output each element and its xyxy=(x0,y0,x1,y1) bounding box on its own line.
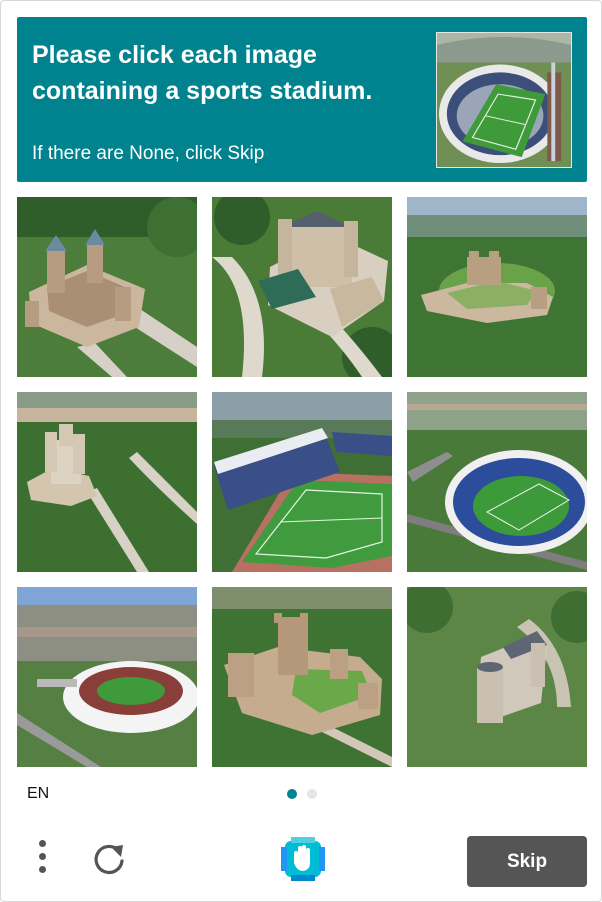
page-dot-inactive xyxy=(307,789,317,799)
grid-tile[interactable] xyxy=(407,392,587,572)
grid-tile[interactable] xyxy=(17,197,197,377)
prompt-title: Please click each image containing a spo… xyxy=(32,41,373,105)
more-vertical-icon[interactable] xyxy=(29,837,57,877)
hcaptcha-logo-icon xyxy=(277,833,329,885)
prompt-subtitle: If there are None, click Skip xyxy=(32,143,265,164)
castle-image xyxy=(17,392,197,572)
grid-tile[interactable] xyxy=(17,392,197,572)
stadium-image xyxy=(407,392,587,572)
refresh-icon[interactable] xyxy=(89,839,129,879)
stadium-image xyxy=(212,392,392,572)
castle-image xyxy=(407,197,587,377)
castle-image xyxy=(17,197,197,377)
skip-button[interactable]: Skip xyxy=(467,836,587,887)
grid-tile[interactable] xyxy=(212,197,392,377)
grid-tile[interactable] xyxy=(212,587,392,767)
grid-tile[interactable] xyxy=(407,197,587,377)
challenge-prompt: Please click each image containing a spo… xyxy=(17,17,587,182)
grid-tile[interactable] xyxy=(407,587,587,767)
image-grid xyxy=(17,197,587,767)
stadium-image xyxy=(17,587,197,767)
castle-image xyxy=(212,587,392,767)
page-dot-active xyxy=(287,789,297,799)
language-selector[interactable]: EN xyxy=(27,785,49,803)
grid-tile[interactable] xyxy=(212,392,392,572)
castle-image xyxy=(407,587,587,767)
captcha-challenge: Please click each image containing a spo… xyxy=(0,0,602,902)
grid-tile[interactable] xyxy=(17,587,197,767)
stadium-example-image xyxy=(436,32,572,168)
castle-image xyxy=(212,197,392,377)
